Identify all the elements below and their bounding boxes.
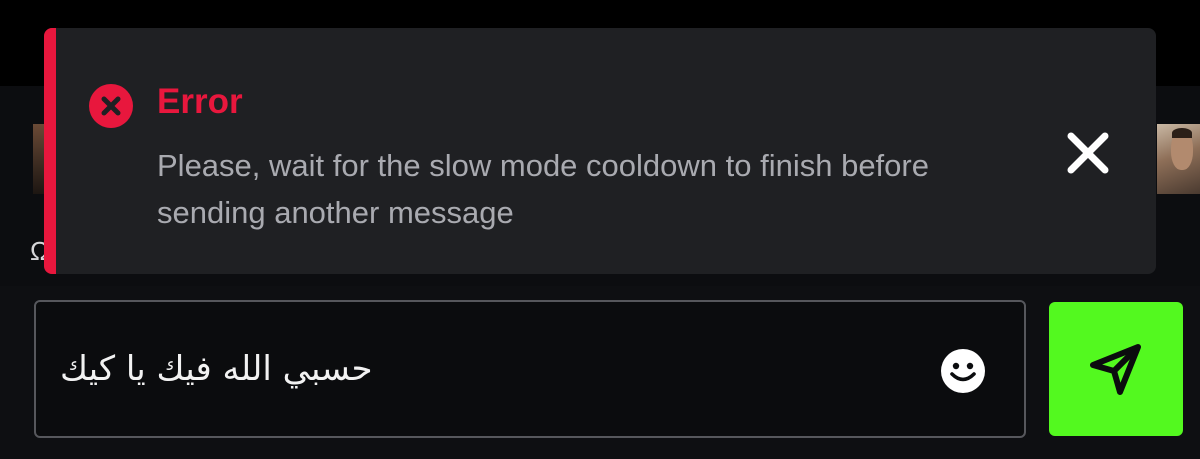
smiley-icon[interactable] xyxy=(940,348,986,394)
send-button[interactable] xyxy=(1049,302,1183,436)
chat-input-value[interactable]: حسبي الله فيك يا كيك xyxy=(60,346,373,392)
send-arrow-icon xyxy=(1090,344,1141,395)
close-icon[interactable] xyxy=(1064,129,1112,177)
error-toast: Error Please, wait for the slow mode coo… xyxy=(44,28,1156,274)
toast-accent-bar xyxy=(44,28,56,274)
chat-message-input[interactable]: حسبي الله فيك يا كيك xyxy=(34,300,1026,438)
toast-title: Error xyxy=(157,82,243,121)
avatar-hair xyxy=(1172,128,1192,138)
error-circle-icon xyxy=(89,84,133,128)
toast-message: Please, wait for the slow mode cooldown … xyxy=(157,148,929,230)
user-avatar-right xyxy=(1157,124,1200,194)
